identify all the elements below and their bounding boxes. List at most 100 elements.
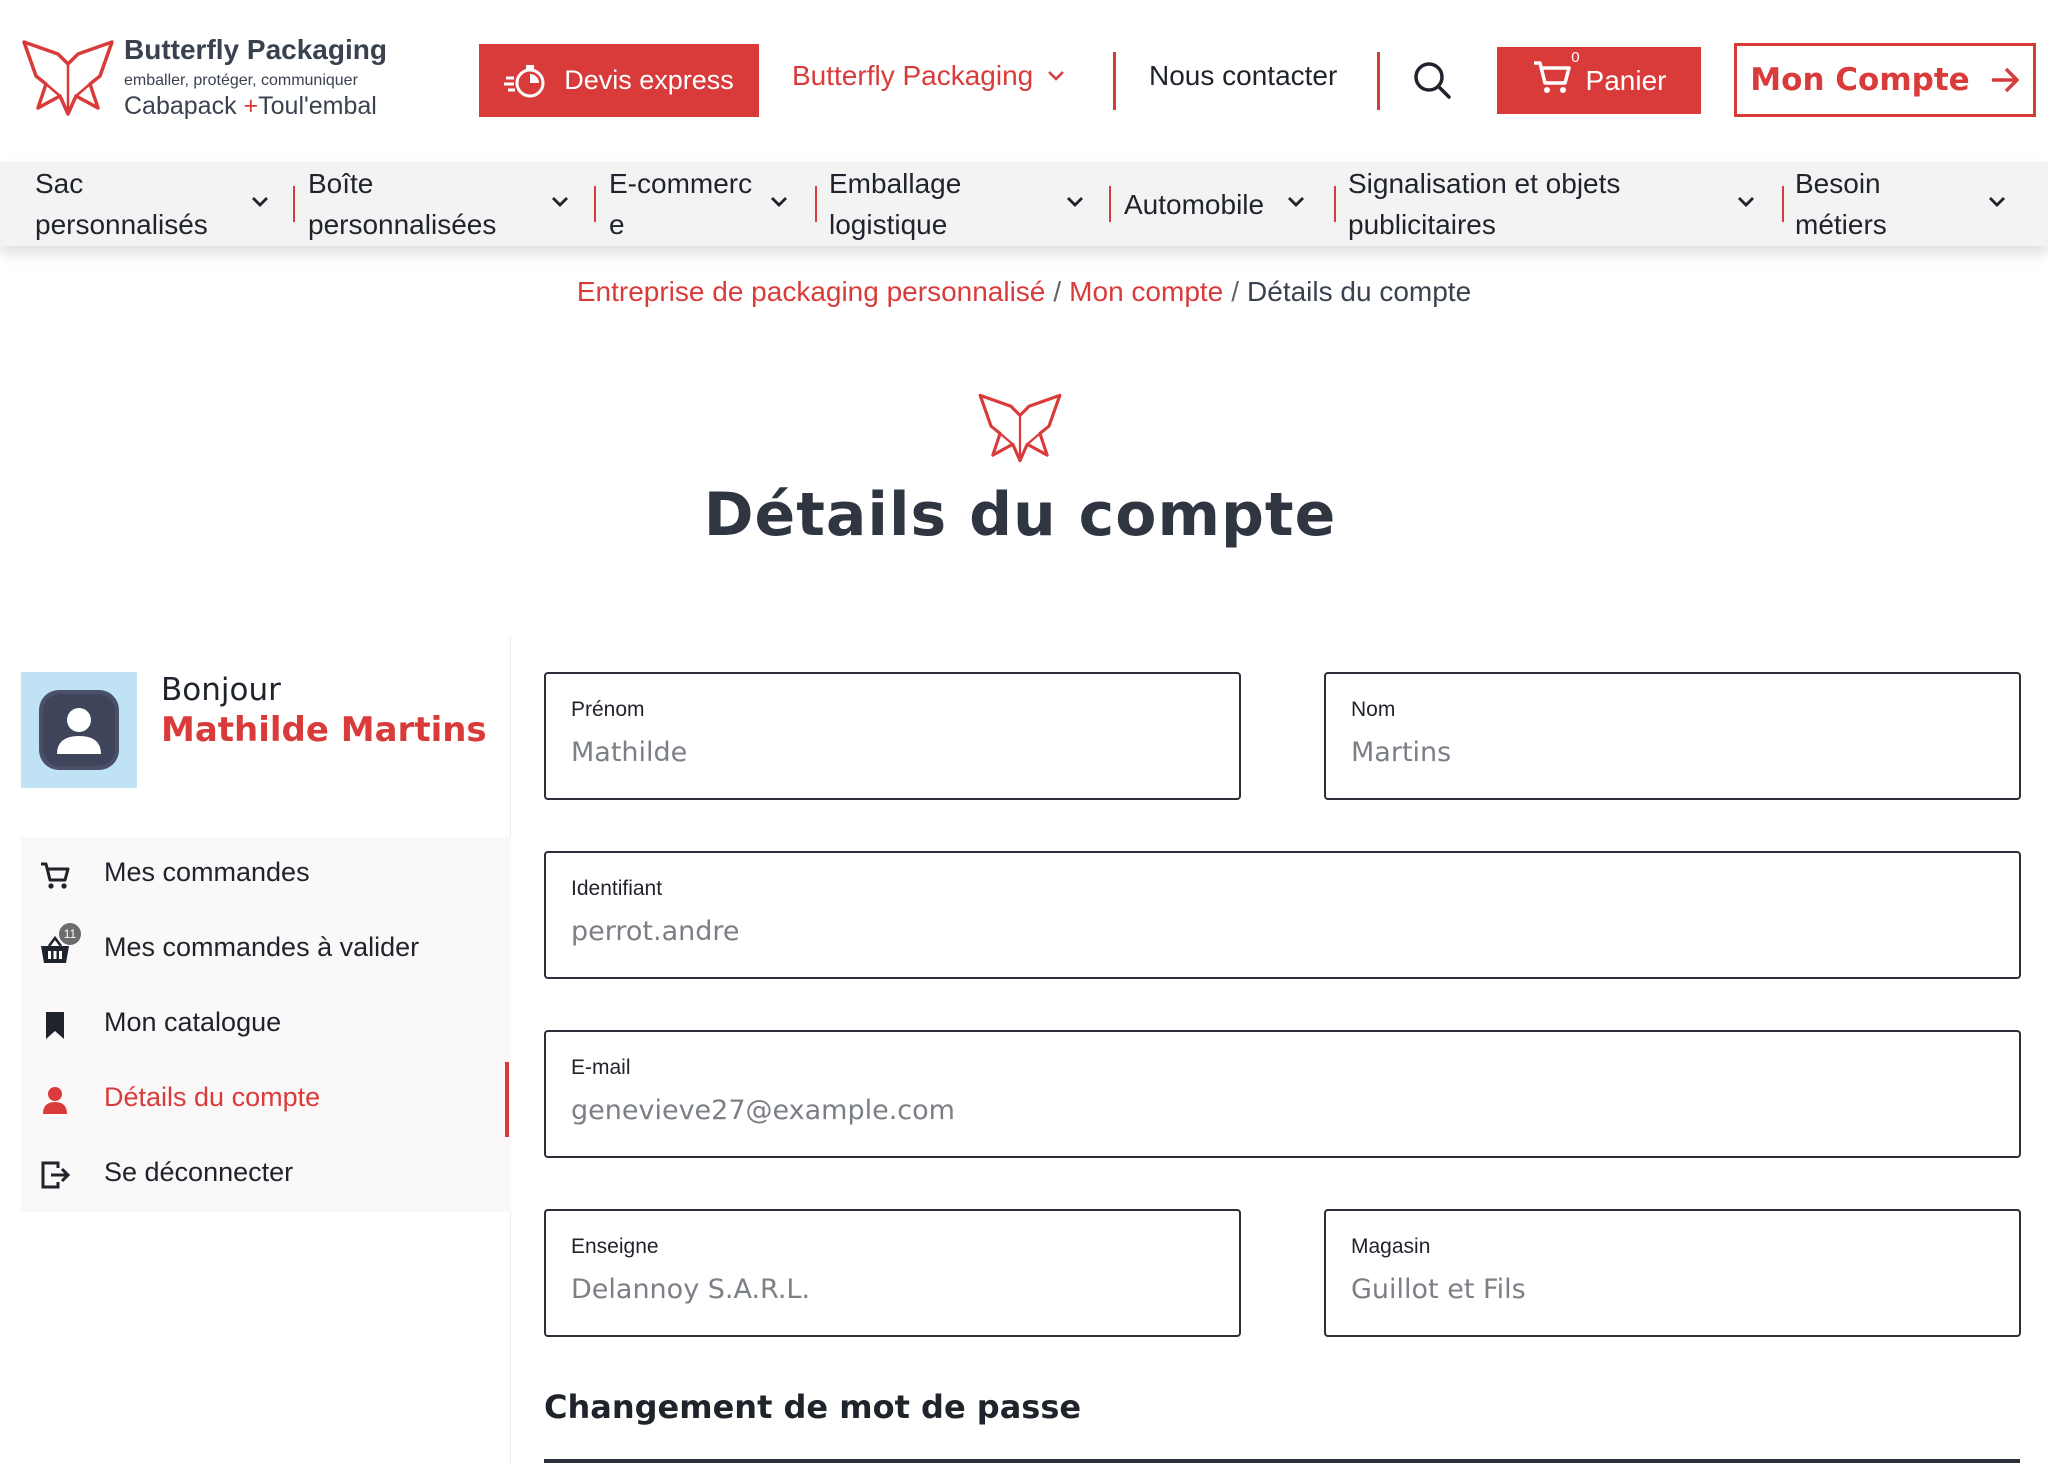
category-divider	[594, 186, 596, 222]
category-label: Besoin métiers	[1795, 168, 1887, 240]
menu-item-orders-to-validate[interactable]: 11 Mes commandes à valider	[21, 912, 511, 987]
breadcrumb-link-account[interactable]: Mon compte	[1069, 276, 1223, 307]
brand-input[interactable]	[571, 1269, 1214, 1309]
first-name-input[interactable]	[571, 732, 1214, 772]
username-label: Identifiant	[571, 877, 663, 900]
devis-express-button[interactable]: Devis express	[479, 44, 759, 117]
category-label: Sac personnalisés	[35, 168, 208, 240]
logout-icon	[41, 1161, 71, 1189]
breadcrumb-link-home[interactable]: Entreprise de packaging personnalisé	[577, 276, 1046, 307]
nav-contact-link[interactable]: Nous contacter	[1149, 60, 1337, 92]
chevron-down-icon	[252, 197, 268, 207]
brand-label: Enseigne	[571, 1235, 659, 1258]
category-item-automobile[interactable]: Automobile	[1124, 162, 1324, 246]
cart-count: 0	[1571, 49, 1580, 66]
last-name-field: Nom	[1324, 672, 2021, 800]
avatar	[21, 672, 137, 788]
nav-butterfly-packaging-label: Butterfly Packaging	[792, 60, 1034, 91]
my-account-button[interactable]: Mon Compte	[1734, 43, 2036, 117]
search-button[interactable]	[1412, 60, 1452, 104]
menu-item-label: Mon catalogue	[104, 1007, 282, 1037]
header-divider	[1113, 52, 1116, 110]
stopwatch-icon	[504, 64, 545, 97]
last-name-label: Nom	[1351, 698, 1396, 721]
logo-sub-brands: Cabapack +Toul'embal	[124, 92, 377, 121]
chevron-down-icon	[1738, 197, 1754, 207]
category-item-signalisation[interactable]: Signalisation et objets publicitaires	[1348, 162, 1768, 246]
category-item-boite[interactable]: Boîte personnalisées	[308, 162, 578, 246]
nav-butterfly-packaging[interactable]: Butterfly Packaging	[792, 60, 1065, 92]
menu-item-catalog[interactable]: Mon catalogue	[21, 987, 511, 1062]
logo-tagline: emballer, protéger, communiquer	[124, 72, 358, 89]
email-label: E-mail	[571, 1056, 631, 1079]
chevron-down-icon	[1048, 71, 1065, 81]
menu-item-account-details[interactable]: Détails du compte	[21, 1062, 511, 1137]
menu-item-label: Détails du compte	[104, 1082, 321, 1112]
menu-item-label: Mes commandes	[104, 857, 310, 887]
category-item-besoin-metiers[interactable]: Besoin métiers	[1795, 162, 2035, 246]
cart-label: Panier	[1585, 64, 1667, 96]
user-name: Mathilde Martins	[161, 710, 487, 750]
breadcrumb: Entreprise de packaging personnalisé / Mon…	[0, 276, 2048, 308]
site-logo[interactable]: Butterfly Packaging emballer, protéger, …	[20, 34, 400, 126]
category-item-ecommerce[interactable]: E-commerce	[609, 162, 799, 246]
store-input[interactable]	[1351, 1269, 1994, 1309]
category-divider	[1334, 186, 1336, 222]
bookmark-icon	[46, 1012, 64, 1039]
last-name-input[interactable]	[1351, 732, 1994, 772]
email-input[interactable]	[571, 1090, 1994, 1130]
category-divider	[815, 186, 817, 222]
username-input[interactable]	[571, 911, 1994, 951]
category-label: E-commerce	[609, 168, 753, 240]
category-label: Automobile	[1124, 188, 1265, 220]
cart-button[interactable]: 0 Panier	[1497, 47, 1701, 114]
header-divider	[1377, 52, 1380, 110]
category-divider	[1109, 186, 1111, 222]
next-field-top-border	[544, 1459, 2020, 1463]
category-label: Emballage logistique	[829, 168, 962, 240]
chevron-down-icon	[771, 197, 787, 207]
category-label: Signalisation et objets publicitaires	[1348, 168, 1621, 240]
email-field: E-mail	[544, 1030, 2021, 1158]
first-name-field: Prénom	[544, 672, 1241, 800]
store-field: Magasin	[1324, 1209, 2021, 1337]
devis-express-label: Devis express	[564, 65, 734, 95]
site-header: Butterfly Packaging emballer, protéger, …	[0, 0, 2048, 162]
notification-badge: 11	[59, 923, 81, 945]
breadcrumb-separator: /	[1231, 276, 1240, 307]
chevron-down-icon	[552, 197, 568, 207]
chevron-down-icon	[1288, 197, 1304, 207]
butterfly-logo-icon	[22, 40, 114, 116]
category-item-sac[interactable]: Sac personnalisés	[35, 162, 275, 246]
butterfly-logo-icon	[975, 390, 1065, 470]
menu-item-logout[interactable]: Se déconnecter	[21, 1137, 511, 1212]
username-field: Identifiant	[544, 851, 2021, 979]
account-menu: Mes commandes 11 Mes commandes à valider…	[21, 837, 511, 1212]
greeting-text: Bonjour	[161, 672, 281, 708]
chevron-down-icon	[1989, 197, 2005, 207]
logo-brand-name: Butterfly Packaging	[124, 34, 387, 65]
category-item-emballage[interactable]: Emballage logistique	[829, 162, 1099, 246]
menu-item-label: Mes commandes à valider	[104, 932, 420, 962]
logo-brand-right: Toul'embal	[258, 92, 377, 120]
breadcrumb-current: Détails du compte	[1247, 276, 1472, 307]
brand-field: Enseigne	[544, 1209, 1241, 1337]
menu-item-orders[interactable]: Mes commandes	[21, 837, 511, 912]
category-divider	[293, 186, 295, 222]
breadcrumb-separator: /	[1053, 276, 1062, 307]
arrow-right-icon	[1991, 67, 2019, 93]
search-icon	[1414, 62, 1451, 99]
my-account-label: Mon Compte	[1750, 62, 1970, 98]
logo-brand-plus: +	[243, 92, 259, 120]
cart-icon	[41, 862, 70, 889]
store-label: Magasin	[1351, 1235, 1431, 1258]
menu-item-label: Se déconnecter	[104, 1157, 294, 1187]
user-icon	[43, 1087, 67, 1114]
user-avatar-icon	[39, 690, 119, 770]
logo-brand-left: Cabapack	[124, 92, 237, 120]
cart-icon-wrap: 0	[1532, 49, 1580, 102]
chevron-down-icon	[1067, 197, 1083, 207]
password-section-title: Changement de mot de passe	[544, 1388, 1082, 1426]
category-nav: Sac personnalisés Boîte personnalisées E…	[0, 162, 2048, 246]
category-divider	[1782, 186, 1784, 222]
